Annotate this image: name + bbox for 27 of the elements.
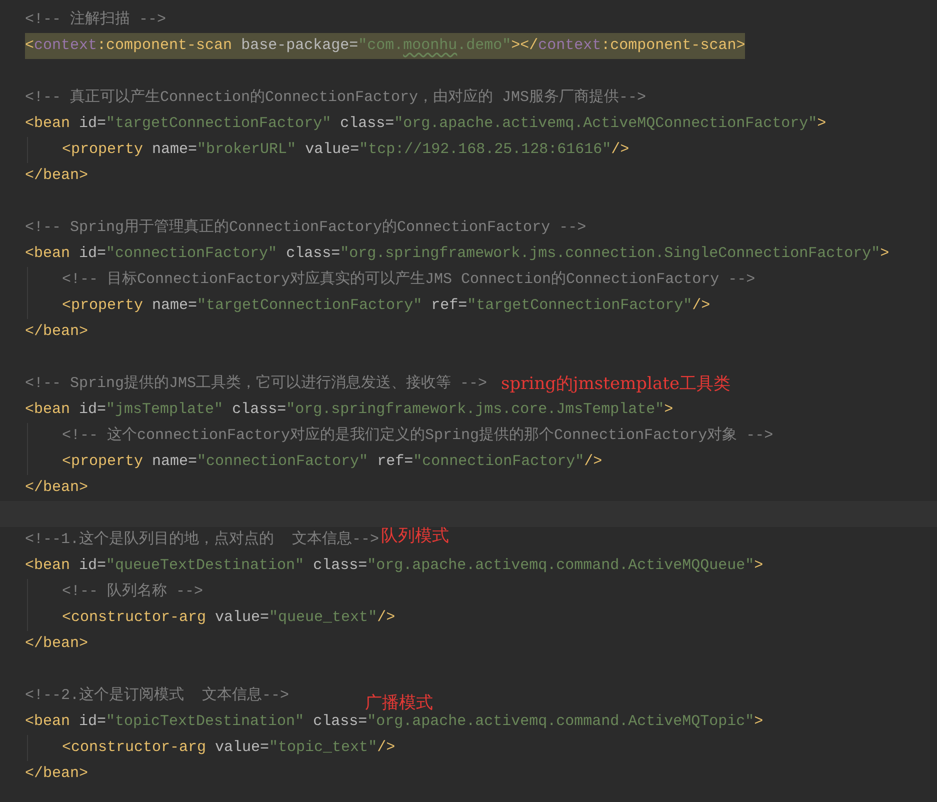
- code-line: <property name="brokerURL" value="tcp://192.168.25.128:61616"/>: [62, 140, 630, 160]
- code-line: <constructor-arg value="queue_text"/>: [62, 608, 396, 628]
- code-line: <!-- 队列名称 -->: [62, 582, 204, 602]
- code-line: <!-- 这个connectionFactory对应的是我们定义的Spring提供的那个ConnectionFactory对象 -->: [62, 425, 774, 446]
- code-line: </bean>: [25, 634, 88, 654]
- code-line: <!-- 目标ConnectionFactory对应真实的可以产生JMS Connection的ConnectionFactory -->: [62, 269, 756, 290]
- code-line: <bean id="targetConnectionFactory" class="org.apache.activemq.ActiveMQConnectionFactory">: [25, 114, 826, 134]
- code-line: </bean>: [25, 322, 88, 342]
- code-line: <!-- 注解扫描 -->: [25, 10, 166, 30]
- code-line: </bean>: [25, 478, 88, 498]
- code-line: <!--2.这个是订阅模式 文本信息-->: [25, 686, 290, 706]
- code-line: <bean id="connectionFactory" class="org.springframework.jms.connection.SingleConnectionFactory">: [25, 244, 890, 264]
- code-line: <property name="targetConnectionFactory" ref="targetConnectionFactory"/>: [62, 296, 710, 316]
- code-line: <constructor-arg value="topic_text"/>: [62, 738, 396, 758]
- annotation-text: 队列模式: [381, 525, 450, 547]
- annotation-text: spring的jmstemplate工具类: [501, 373, 731, 395]
- code-line: <!--1.这个是队列目的地，点对点的 文本信息-->: [25, 530, 380, 550]
- code-line: </bean>: [25, 764, 88, 784]
- code-line: <!-- Spring提供的JMS工具类，它可以进行消息发送、接收等 -->: [25, 373, 488, 394]
- code-line: <bean id="queueTextDestination" class="org.apache.activemq.command.ActiveMQQueue">: [25, 556, 764, 576]
- code-line: <bean id="jmsTemplate" class="org.springframework.jms.core.JmsTemplate">: [25, 400, 674, 420]
- code-line: <bean id="topicTextDestination" class="org.apache.activemq.command.ActiveMQTopic">: [25, 712, 764, 732]
- code-line: </bean>: [25, 166, 88, 186]
- annotation-text: 广播模式: [365, 692, 433, 714]
- code-line: <property name="connectionFactory" ref="connectionFactory"/>: [62, 452, 602, 472]
- code-line: <!-- 真正可以产生Connection的ConnectionFactory，由对应的 JMS服务厂商提供-->: [25, 87, 646, 108]
- code-line: <!-- Spring用于管理真正的ConnectionFactory的ConnectionFactory -->: [25, 218, 586, 238]
